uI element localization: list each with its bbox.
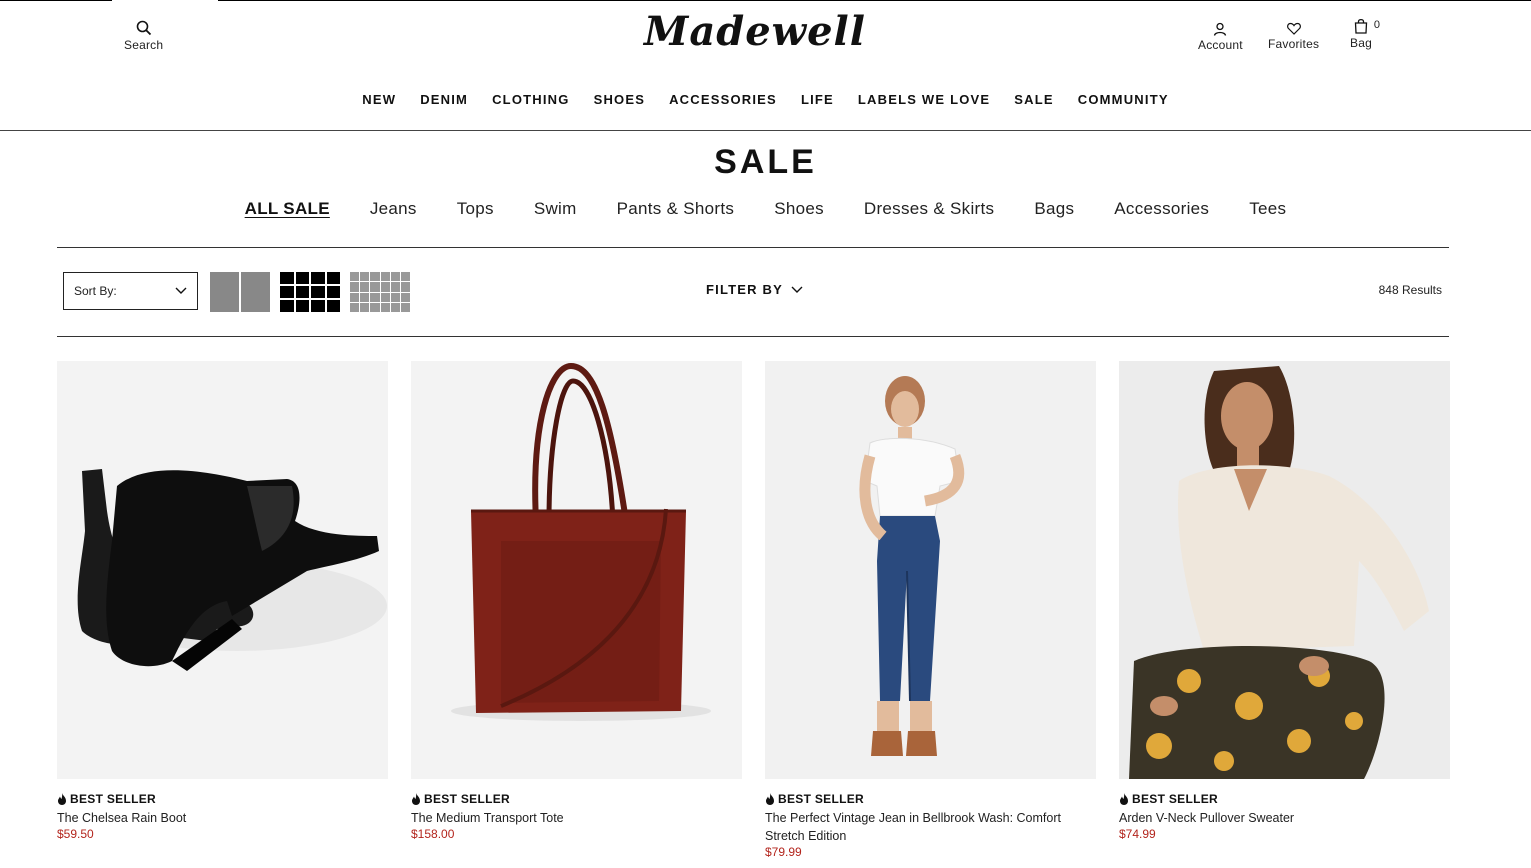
nav-item-life[interactable]: LIFE [789,92,846,107]
madewell-logo[interactable]: Madewell [640,8,870,55]
chevron-down-icon [175,287,187,294]
best-seller-badge: BEST SELLER [57,792,388,806]
bag-label: Bag [1350,36,1372,50]
nav-item-labels-we-love[interactable]: LABELS WE LOVE [846,92,1002,107]
main-navigation: NEW DENIM CLOTHING SHOES ACCESSORIES LIF… [0,92,1531,107]
account-label: Account [1198,38,1243,52]
product-name[interactable]: Arden V-Neck Pullover Sweater [1119,809,1450,827]
badge-label: BEST SELLER [778,792,864,806]
category-subnav: ALL SALE Jeans Tops Swim Pants & Shorts … [0,199,1531,219]
product-name[interactable]: The Medium Transport Tote [411,809,742,827]
best-seller-badge: BEST SELLER [765,792,1096,806]
account-button[interactable]: Account [1198,22,1243,52]
best-seller-badge: BEST SELLER [411,792,742,806]
flame-icon [58,793,66,805]
subnav-item-all-sale[interactable]: ALL SALE [225,199,350,219]
filter-by-label: FILTER BY [706,282,783,297]
nav-item-accessories[interactable]: ACCESSORIES [657,92,789,107]
product-card[interactable]: BEST SELLER The Perfect Vintage Jean in … [765,361,1096,859]
subnav-item-swim[interactable]: Swim [514,199,597,219]
product-card[interactable]: BEST SELLER The Medium Transport Tote $1… [411,361,742,841]
badge-label: BEST SELLER [70,792,156,806]
active-tab-indicator [112,0,218,2]
product-image-transport-tote[interactable] [411,361,742,779]
search-icon [136,20,151,36]
account-icon [1214,22,1227,36]
subnav-item-pants-shorts[interactable]: Pants & Shorts [597,199,755,219]
nav-item-shoes[interactable]: SHOES [582,92,658,107]
nav-item-clothing[interactable]: CLOTHING [480,92,581,107]
grid-view-4-column-button[interactable] [280,272,340,312]
search-button[interactable]: Search [124,20,163,52]
product-price: $79.99 [765,845,802,859]
chevron-down-icon [791,286,803,293]
nav-item-sale[interactable]: SALE [1002,92,1065,107]
product-price: $59.50 [57,827,94,841]
badge-label: BEST SELLER [1132,792,1218,806]
nav-item-community[interactable]: COMMUNITY [1066,92,1181,107]
top-border [0,0,1531,1]
results-count: 848 Results [1378,283,1442,297]
product-image-pullover-sweater[interactable] [1119,361,1450,779]
toolbar-top-divider [57,247,1449,248]
subnav-item-jeans[interactable]: Jeans [350,199,437,219]
toolbar-bottom-divider [57,336,1449,337]
shopping-bag-icon [1354,18,1368,34]
product-card[interactable]: BEST SELLER Arden V-Neck Pullover Sweate… [1119,361,1450,841]
best-seller-badge: BEST SELLER [1119,792,1450,806]
nav-item-new[interactable]: NEW [350,92,408,107]
product-image-rain-boot[interactable] [57,361,388,779]
sort-by-label: Sort By: [74,284,117,298]
nav-divider [0,130,1531,131]
subnav-item-dresses-skirts[interactable]: Dresses & Skirts [844,199,1014,219]
subnav-item-tees[interactable]: Tees [1229,199,1306,219]
subnav-item-accessories[interactable]: Accessories [1094,199,1229,219]
subnav-item-shoes[interactable]: Shoes [754,199,844,219]
bag-button[interactable]: 0 Bag [1350,18,1384,50]
grid-cell [241,272,270,312]
filter-by-button[interactable]: FILTER BY [706,282,803,297]
flame-icon [412,793,420,805]
badge-label: BEST SELLER [424,792,510,806]
heart-icon [1286,22,1301,35]
favorites-label: Favorites [1268,37,1320,51]
product-card[interactable]: BEST SELLER The Chelsea Rain Boot $59.50 [57,361,388,841]
grid-cell [210,272,239,312]
product-image-vintage-jean[interactable] [765,361,1096,779]
product-price: $74.99 [1119,827,1156,841]
grid-view-6-column-button[interactable] [350,272,410,312]
page-title: SALE [714,143,817,181]
favorites-button[interactable]: Favorites [1268,22,1319,51]
nav-item-denim[interactable]: DENIM [408,92,480,107]
product-name[interactable]: The Perfect Vintage Jean in Bellbrook Wa… [765,809,1096,845]
flame-icon [766,793,774,805]
bag-count: 0 [1373,19,1381,31]
subnav-item-bags[interactable]: Bags [1014,199,1094,219]
flame-icon [1120,793,1128,805]
grid-view-2-column-button[interactable] [210,272,270,312]
product-price: $158.00 [411,827,455,841]
product-name[interactable]: The Chelsea Rain Boot [57,809,388,827]
subnav-item-tops[interactable]: Tops [437,199,514,219]
sort-by-select[interactable]: Sort By: [63,272,198,310]
search-label: Search [124,38,164,52]
